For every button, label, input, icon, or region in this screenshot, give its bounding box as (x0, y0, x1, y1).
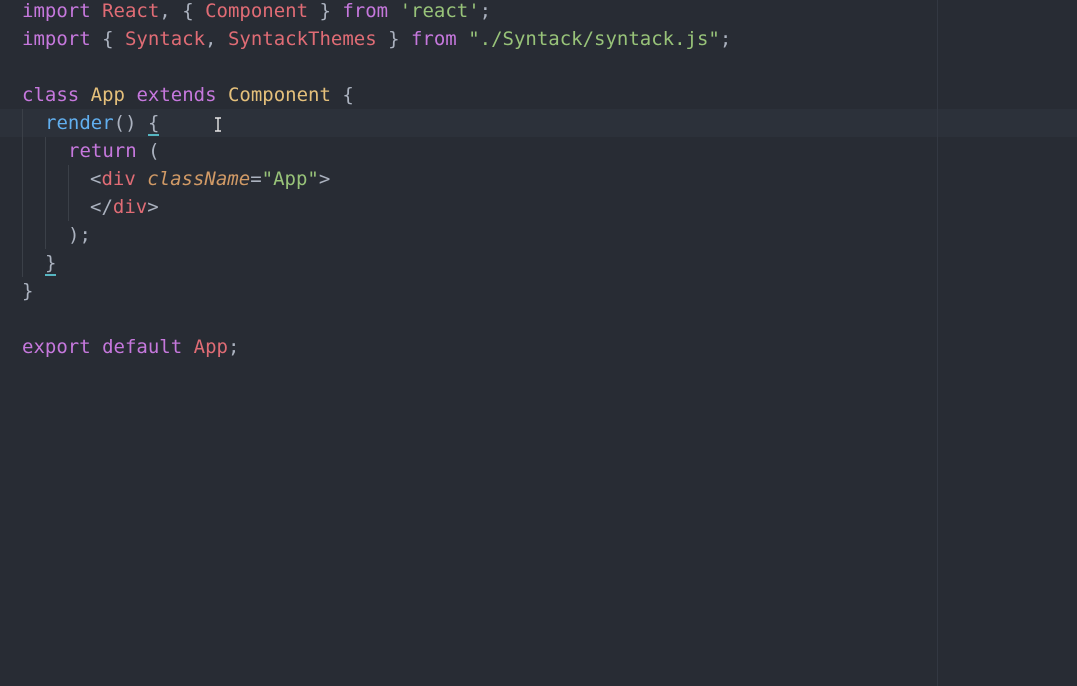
code-line-9[interactable]: ); (68, 221, 91, 249)
keyword: export (22, 336, 91, 358)
punctuation: < (90, 168, 102, 190)
punctuation: } (308, 0, 343, 22)
code-line-7[interactable]: <div className="App"> (90, 165, 330, 193)
matched-bracket: } (45, 252, 57, 276)
code-line-13[interactable]: export default App; (22, 333, 239, 361)
code-editor[interactable]: import React, { Component } from 'react'… (0, 0, 1077, 686)
class-name: Component (227, 84, 331, 106)
indent-guide (45, 137, 46, 249)
identifier: Component (205, 0, 309, 22)
keyword: from (342, 0, 389, 22)
class-name: App (90, 84, 125, 106)
code-line-10[interactable]: } (45, 249, 57, 277)
cursor-line-highlight (0, 109, 1077, 137)
keyword: class (22, 84, 80, 106)
punctuation: { (182, 0, 206, 22)
indent-guide (22, 109, 23, 277)
identifier: App (193, 336, 228, 358)
punctuation: ( (136, 140, 160, 162)
code-line-6[interactable]: return ( (68, 137, 160, 165)
jsx-tag: div (112, 196, 148, 218)
wrap-guide (937, 0, 938, 686)
punctuation: { (330, 84, 354, 106)
keyword: default (102, 336, 183, 358)
keyword: from (410, 28, 457, 50)
identifier: SyntackThemes (227, 28, 377, 50)
punctuation: = (250, 168, 262, 190)
punctuation: > (318, 168, 331, 190)
keyword: return (68, 140, 137, 162)
matched-bracket: { (147, 112, 160, 136)
punctuation: ; (227, 336, 240, 358)
text-cursor-icon (215, 117, 221, 132)
string: 'react' (399, 0, 480, 22)
code-line-5[interactable]: render() { (45, 109, 160, 137)
punctuation: , (205, 28, 228, 50)
string: "./Syntack/syntack.js" (468, 28, 720, 50)
method-name: render (45, 112, 114, 134)
code-line-11[interactable]: } (22, 277, 33, 305)
punctuation: > (147, 196, 159, 218)
code-line-8[interactable]: </div> (90, 193, 159, 221)
punctuation: } (22, 280, 34, 302)
jsx-tag: div (101, 168, 136, 190)
punctuation: ; (719, 28, 732, 50)
indent-guide (68, 165, 69, 221)
jsx-attribute: className (147, 168, 251, 190)
identifier: React (102, 0, 160, 22)
code-line-4[interactable]: class App extends Component { (22, 81, 354, 109)
keyword: extends (136, 84, 217, 106)
identifier: Syntack (124, 28, 206, 50)
punctuation: { (90, 28, 125, 50)
string: "App" (261, 168, 319, 190)
punctuation: ; (479, 0, 492, 22)
code-line-1[interactable]: import React, { Component } from 'react'… (22, 0, 491, 25)
keyword: import (22, 28, 91, 50)
punctuation: , (159, 0, 183, 22)
punctuation: </ (90, 196, 113, 218)
punctuation: } (376, 28, 411, 50)
code-line-2[interactable]: import { Syntack, SyntackThemes } from "… (22, 25, 731, 53)
punctuation: ); (68, 224, 91, 246)
punctuation: () (113, 112, 148, 134)
keyword: import (22, 0, 91, 22)
